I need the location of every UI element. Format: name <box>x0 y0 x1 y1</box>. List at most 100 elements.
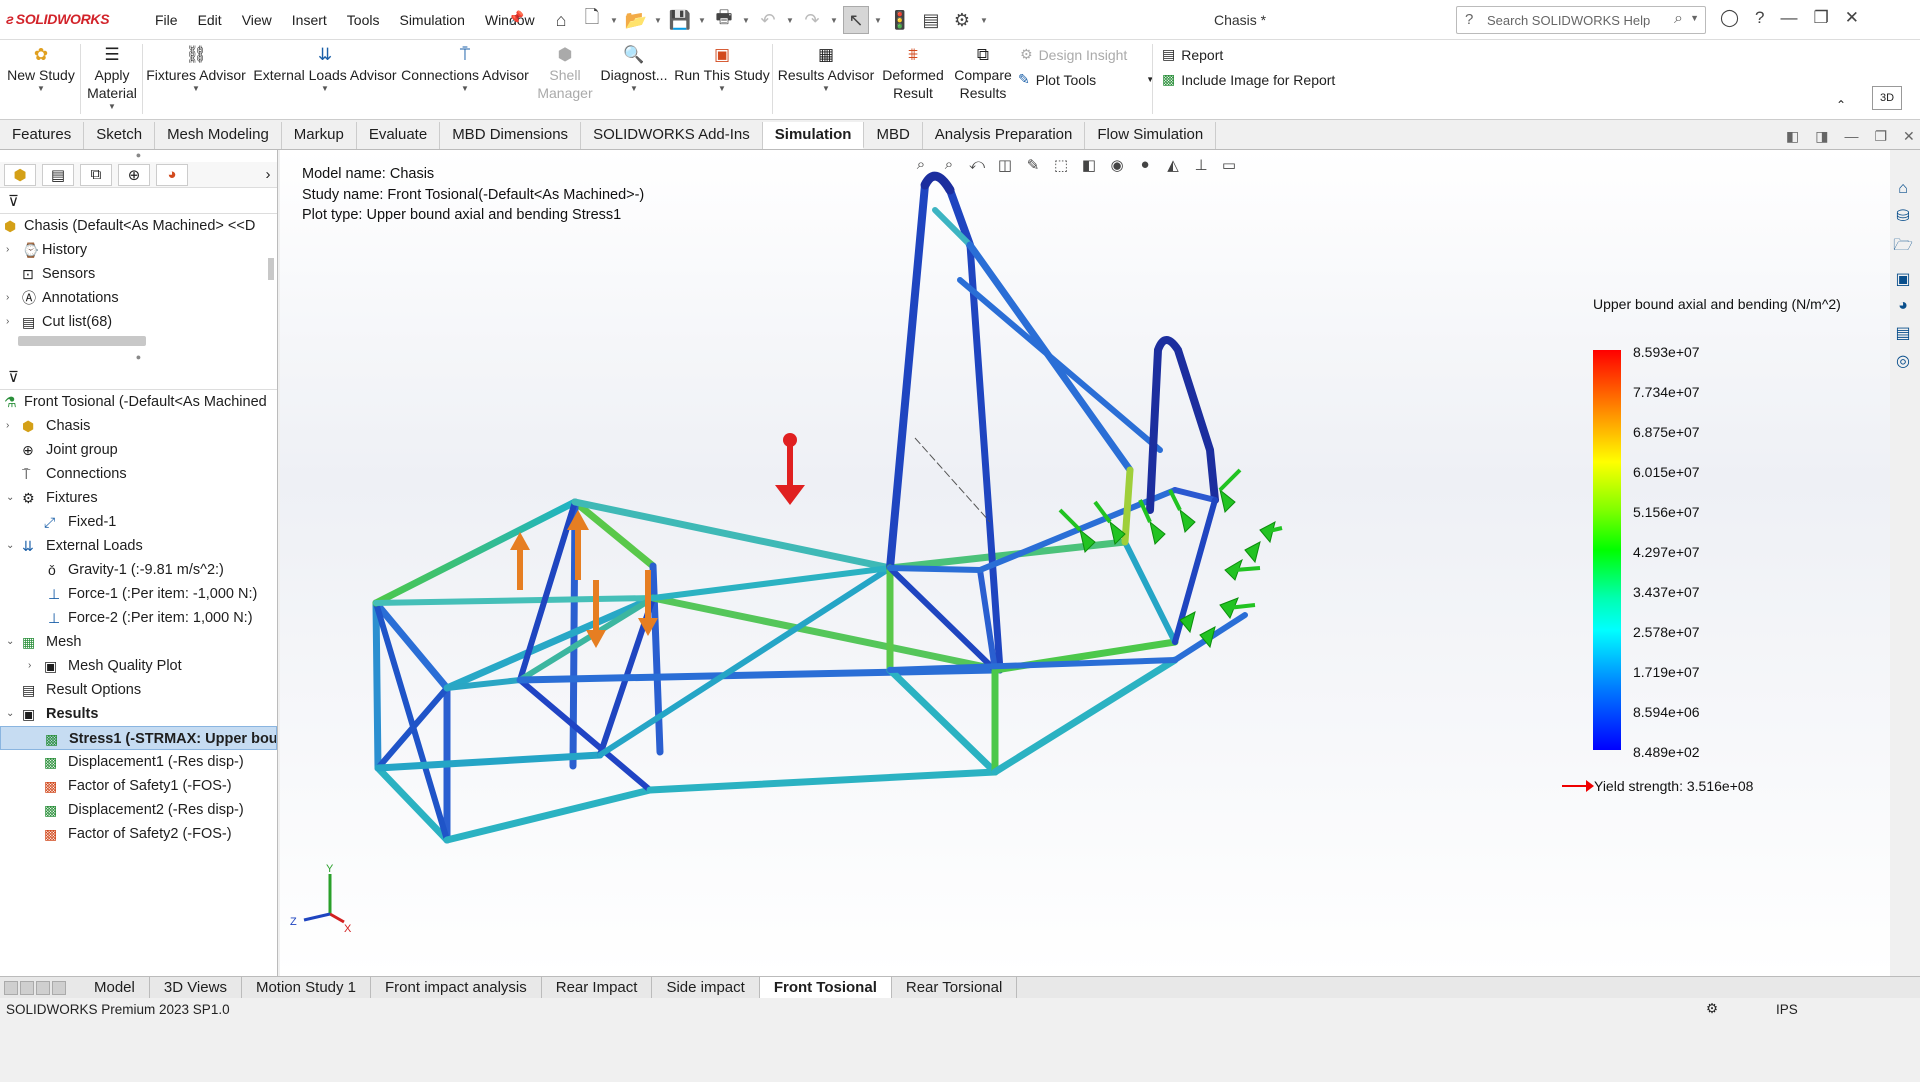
tab-rear-impact[interactable]: Rear Impact <box>542 977 653 998</box>
search-icon[interactable]: ⌕ <box>1674 10 1683 28</box>
menu-simulation[interactable]: Simulation <box>389 12 474 28</box>
chevron-down-icon[interactable]: ▼ <box>698 16 706 25</box>
results-advisor-button[interactable]: ▦ Results Advisor ▼ <box>776 44 876 94</box>
tree-root-part[interactable]: ⬢ Chasis (Default<As Machined> <<D <box>0 214 277 238</box>
user-icon[interactable]: ◯ <box>1720 8 1739 28</box>
study-item-mesh-quality[interactable]: › ▣ Mesh Quality Plot <box>0 654 277 678</box>
options-gear-icon[interactable]: ⚙ <box>949 6 975 34</box>
study-item-fos2[interactable]: ▩ Factor of Safety2 (-FOS-) <box>0 822 277 846</box>
tree-item-sensors[interactable]: ⊡ Sensors <box>0 262 277 286</box>
rebuild-icon[interactable]: ⚙ <box>1706 1001 1718 1017</box>
solidworks-logo[interactable]: ƨ SOLIDWORKS <box>6 11 110 27</box>
view-palette-icon[interactable]: ▣ <box>1895 269 1910 289</box>
save-icon[interactable]: 💾 <box>667 6 693 34</box>
splitter-handle[interactable]: ● <box>0 150 277 162</box>
study-item-stress1[interactable]: ▩ Stress1 (-STRMAX: Upper bou <box>0 726 277 750</box>
tab-front-impact-analysis[interactable]: Front impact analysis <box>371 977 542 998</box>
file-explorer-icon[interactable]: 🗁 <box>1893 234 1913 261</box>
first-tab-icon[interactable] <box>4 980 18 995</box>
tab-model[interactable]: Model <box>80 977 150 998</box>
chevron-down-icon[interactable]: ▼ <box>830 16 838 25</box>
collapse-ribbon-icon[interactable]: ⌃ <box>1836 98 1846 112</box>
run-study-button[interactable]: ▣ Run This Study ▼ <box>674 44 770 94</box>
tab-sketch[interactable]: Sketch <box>84 122 156 149</box>
study-item-mesh[interactable]: ⌄ ▦ Mesh <box>0 630 277 654</box>
redo-icon[interactable]: ↷ <box>799 6 825 34</box>
study-filter-icon[interactable]: ⊽ <box>0 364 277 390</box>
print-icon[interactable]: 🖶 <box>711 6 737 34</box>
fixtures-advisor-button[interactable]: ⛓ Fixtures Advisor ▼ <box>146 44 246 94</box>
restore-icon[interactable]: ❐ <box>1814 8 1829 28</box>
tab-simulation[interactable]: Simulation <box>762 122 865 149</box>
chevron-down-icon[interactable]: ▼ <box>654 16 662 25</box>
deformed-result-button[interactable]: ⩨ Deformed Result <box>878 44 948 102</box>
dim-xpert-icon[interactable]: ⊕ <box>118 163 150 186</box>
collapse-icon[interactable]: ⌄ <box>6 702 14 726</box>
study-item-results[interactable]: ⌄ ▣ Results <box>0 702 277 726</box>
study-item-displacement2[interactable]: ▩ Displacement2 (-Res disp-) <box>0 798 277 822</box>
home-icon[interactable]: ⌂ <box>548 6 574 34</box>
design-library-icon[interactable]: ⛁ <box>1896 206 1909 226</box>
display-manager-icon[interactable]: ◕ <box>156 163 188 186</box>
tab-mbd[interactable]: MBD <box>864 122 923 149</box>
tile-left-icon[interactable]: ◧ <box>1786 128 1799 145</box>
traffic-light-icon[interactable]: 🚦 <box>887 6 913 34</box>
open-icon[interactable]: 📂 <box>623 6 649 34</box>
study-item-force-1[interactable]: ⊥ Force-1 (:Per item: -1,000 N:) <box>0 582 277 606</box>
study-item-chasis[interactable]: › ⬢ Chasis <box>0 414 277 438</box>
tree-item-cut-list[interactable]: › ▤ Cut list(68) <box>0 310 277 334</box>
expand-icon[interactable]: › <box>6 414 9 438</box>
feature-tree-scrollbar[interactable] <box>268 258 274 280</box>
study-item-joint-group[interactable]: ⊕ Joint group <box>0 438 277 462</box>
tab-flow-simulation[interactable]: Flow Simulation <box>1085 122 1217 149</box>
chevron-down-icon[interactable]: ▼ <box>742 16 750 25</box>
tab-motion-study-1[interactable]: Motion Study 1 <box>242 977 372 998</box>
study-item-force-2[interactable]: ⊥ Force-2 (:Per item: 1,000 N:) <box>0 606 277 630</box>
expand-icon[interactable]: › <box>6 238 9 262</box>
connections-advisor-button[interactable]: ⍑ Connections Advisor ▼ <box>400 44 530 94</box>
last-tab-icon[interactable] <box>52 980 66 995</box>
tree-item-annotations[interactable]: › Ⓐ Annotations <box>0 286 277 310</box>
stress-legend[interactable]: Upper bound axial and bending (N/m^2) 8.… <box>1593 296 1841 760</box>
tab-features[interactable]: Features <box>0 122 85 149</box>
filter-icon[interactable]: ⊽ <box>0 188 277 214</box>
tab-analysis-preparation[interactable]: Analysis Preparation <box>923 122 1086 149</box>
tab-evaluate[interactable]: Evaluate <box>357 122 441 149</box>
close-icon[interactable]: ✕ <box>1845 8 1859 28</box>
tab-markup[interactable]: Markup <box>282 122 357 149</box>
chevron-down-icon[interactable]: ▼ <box>874 16 882 25</box>
tab-addins[interactable]: SOLIDWORKS Add-Ins <box>581 122 763 149</box>
home-icon[interactable]: ⌂ <box>1898 180 1908 198</box>
feature-tree-hscrollbar[interactable] <box>18 336 146 346</box>
study-item-fixed-1[interactable]: ⤢ Fixed-1 <box>0 510 277 534</box>
tile-right-icon[interactable]: ◨ <box>1815 128 1828 145</box>
next-tab-icon[interactable] <box>36 980 50 995</box>
tab-rear-torsional[interactable]: Rear Torsional <box>892 977 1018 998</box>
shell-manager-button[interactable]: ⬢ Shell Manager <box>534 44 596 102</box>
design-insight-button[interactable]: ⚙ Design Insight <box>1020 46 1127 63</box>
expand-icon[interactable]: › <box>6 286 9 310</box>
study-root[interactable]: ⚗ Front Tosional (-Default<As Machined <box>0 390 277 414</box>
chevron-down-icon[interactable]: ▼ <box>1690 13 1699 23</box>
tab-mbd-dimensions[interactable]: MBD Dimensions <box>440 122 582 149</box>
study-item-fos1[interactable]: ▩ Factor of Safety1 (-FOS-) <box>0 774 277 798</box>
unit-system[interactable]: IPS <box>1776 1002 1798 1017</box>
chevron-down-icon[interactable]: ▼ <box>610 16 618 25</box>
help-search-input[interactable]: ? Search SOLIDWORKS Help ⌕ ▼ <box>1456 6 1706 34</box>
tree-item-history[interactable]: › ⌚ History <box>0 238 277 262</box>
select-cursor-icon[interactable]: ↖ <box>843 6 869 34</box>
compare-results-button[interactable]: ⧉ Compare Results <box>950 44 1016 102</box>
tab-side-impact[interactable]: Side impact <box>652 977 760 998</box>
study-item-result-options[interactable]: ▤ Result Options <box>0 678 277 702</box>
study-item-connections[interactable]: ⍑ Connections <box>0 462 277 486</box>
include-image-button[interactable]: ▩ Include Image for Report <box>1162 71 1335 88</box>
appearances-icon[interactable]: ◕ <box>1898 297 1908 315</box>
collapse-icon[interactable]: ⌄ <box>6 534 14 558</box>
tab-mesh-modeling[interactable]: Mesh Modeling <box>155 122 282 149</box>
chevron-right-icon[interactable]: › <box>259 164 277 186</box>
solidworks-forum-icon[interactable]: ◎ <box>1896 351 1910 371</box>
property-manager-icon[interactable]: ▤ <box>42 163 74 186</box>
apply-material-button[interactable]: ☰ Apply Material ▼ <box>84 44 140 112</box>
new-study-button[interactable]: ✿ New Study ▼ <box>6 44 76 94</box>
3d-view-button[interactable]: 3D <box>1872 86 1902 110</box>
